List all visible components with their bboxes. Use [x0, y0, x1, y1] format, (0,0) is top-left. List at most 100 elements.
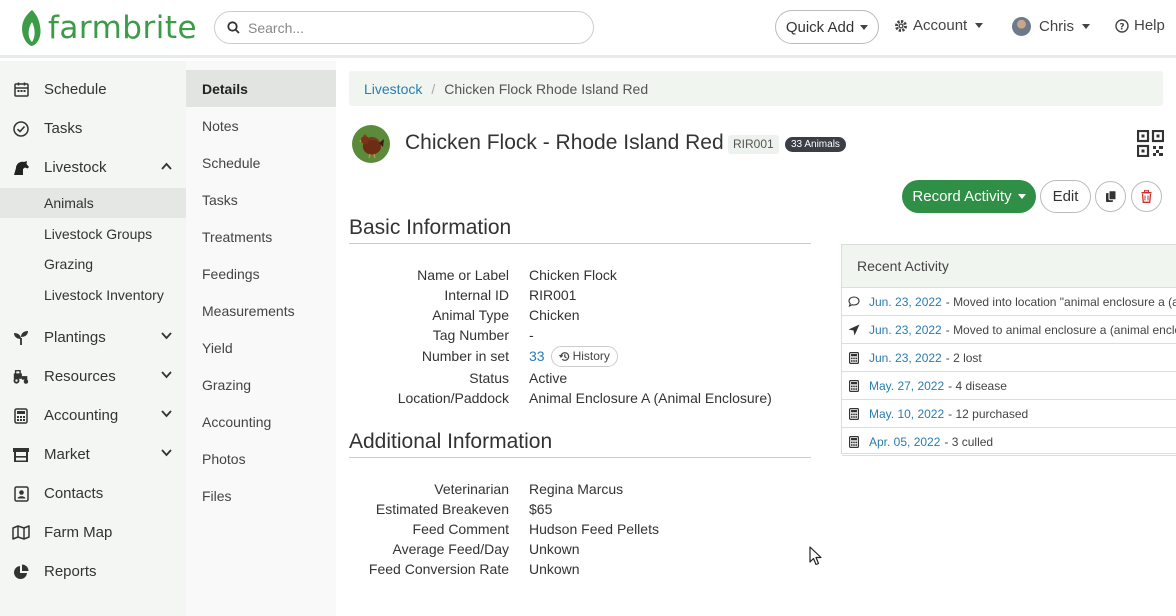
quick-add-button[interactable]: Quick Add	[775, 10, 879, 44]
sidebar-item-schedule[interactable]: Schedule	[0, 70, 186, 109]
account-label: Account	[913, 17, 968, 34]
location-link[interactable]: Animal Enclosure A (Animal Enclosure)	[529, 388, 772, 408]
user-menu[interactable]: Chris	[1012, 17, 1091, 36]
chevron-down-icon	[161, 332, 172, 340]
average-feed-link[interactable]: Unkown	[529, 539, 580, 559]
sidebar-item-contacts[interactable]: Contacts	[0, 474, 186, 513]
search-box[interactable]	[214, 11, 594, 44]
chevron-down-icon	[161, 371, 172, 379]
activity-text: - Moved to animal enclosure a (animal en…	[945, 322, 1176, 337]
sidebar-item-label: Contacts	[44, 485, 104, 502]
sidebar-item-reports[interactable]: Reports	[0, 552, 186, 591]
sidebar-item-farm-map[interactable]: Farm Map	[0, 513, 186, 552]
caret-down-icon	[1082, 24, 1091, 29]
activity-row: Jun. 23, 2022 - Moved to animal enclosur…	[842, 316, 1176, 344]
veterinarian-link[interactable]: Regina Marcus	[529, 479, 623, 499]
breadcrumb-current: Chicken Flock Rhode Island Red	[444, 80, 649, 97]
field-label: Average Feed/Day	[392, 541, 509, 557]
tab-feedings[interactable]: Feedings	[186, 255, 336, 292]
feed-conversion-link[interactable]: Unkown	[529, 559, 580, 579]
field-label: Status	[469, 370, 509, 386]
sidebar-subitem-livestock-inventory[interactable]: Livestock Inventory	[0, 280, 186, 310]
field-value: Chicken Flock	[529, 267, 617, 283]
trash-icon	[1141, 190, 1152, 203]
status-link[interactable]: Active	[529, 368, 567, 388]
sidebar-item-label: Tasks	[44, 120, 83, 137]
help-link[interactable]: ? Help	[1115, 17, 1165, 34]
mouse-cursor-icon	[809, 546, 822, 566]
edit-button[interactable]: Edit	[1040, 180, 1091, 213]
number-in-set-link[interactable]: 33	[529, 346, 545, 366]
tab-accounting[interactable]: Accounting	[186, 403, 336, 440]
tractor-icon	[12, 368, 30, 386]
calculator-icon	[12, 407, 30, 425]
activity-date-link[interactable]: Jun. 23, 2022	[869, 351, 942, 365]
activity-date-link[interactable]: Apr. 05, 2022	[869, 435, 940, 449]
contact-card-icon	[12, 485, 30, 503]
tab-files[interactable]: Files	[186, 477, 336, 514]
basic-information-heading: Basic Information	[349, 216, 811, 244]
activity-date-link[interactable]: May. 10, 2022	[869, 407, 944, 421]
sidebar-subitem-animals[interactable]: Animals	[0, 188, 186, 218]
sidebar-item-plantings[interactable]: Plantings	[0, 318, 186, 357]
sidebar-item-market[interactable]: Market	[0, 435, 186, 474]
brand-name: farmbrite	[48, 10, 198, 46]
tab-label: Tasks	[202, 191, 238, 208]
tab-details[interactable]: Details	[186, 70, 336, 107]
tab-tasks[interactable]: Tasks	[186, 181, 336, 218]
field-veterinarian: Veterinarian Regina Marcus	[349, 479, 819, 499]
breadcrumb: Livestock / Chicken Flock Rhode Island R…	[349, 71, 1163, 106]
delete-button[interactable]	[1131, 181, 1162, 212]
sidebar-item-label: Livestock	[44, 159, 107, 176]
tab-yield[interactable]: Yield	[186, 329, 336, 366]
sidebar-item-tasks[interactable]: Tasks	[0, 109, 186, 148]
field-value: RIR001	[529, 287, 577, 303]
help-label: Help	[1134, 17, 1165, 34]
duplicate-button[interactable]	[1095, 181, 1126, 212]
tab-photos[interactable]: Photos	[186, 440, 336, 477]
sidebar-item-livestock[interactable]: Livestock	[0, 148, 186, 187]
breadcrumb-separator: /	[431, 80, 436, 97]
tab-schedule[interactable]: Schedule	[186, 144, 336, 181]
activity-row: May. 10, 2022 - 12 purchased	[842, 400, 1176, 428]
account-menu[interactable]: Account	[894, 17, 984, 34]
activity-date-link[interactable]: Jun. 23, 2022	[869, 323, 942, 337]
recent-activity-heading: Recent Activity	[842, 245, 1176, 288]
history-button[interactable]: History	[550, 345, 618, 367]
page-title: Chicken Flock - Rhode Island Red	[405, 131, 724, 154]
location-arrow-icon	[848, 324, 860, 336]
additional-information-heading: Additional Information	[349, 430, 811, 458]
animal-type-link[interactable]: Chicken	[529, 305, 580, 325]
activity-date-link[interactable]: Jun. 23, 2022	[869, 295, 942, 309]
store-icon	[12, 446, 30, 464]
tab-grazing[interactable]: Grazing	[186, 366, 336, 403]
history-label: History	[572, 349, 610, 363]
tab-label: Schedule	[202, 154, 261, 171]
sidebar-item-label: Reports	[44, 563, 97, 580]
sidebar-subitem-label: Livestock Inventory	[44, 287, 164, 303]
sidebar-item-accounting[interactable]: Accounting	[0, 396, 186, 435]
breadcrumb-link-livestock[interactable]: Livestock	[364, 81, 422, 97]
sidebar-subitem-livestock-groups[interactable]: Livestock Groups	[0, 219, 186, 249]
field-average-feed-day: Average Feed/Day Unkown	[349, 539, 819, 559]
sidebar-item-label: Market	[44, 446, 90, 463]
farmbrite-logo[interactable]: farmbrite	[18, 6, 197, 50]
search-icon	[227, 21, 240, 34]
sidebar-item-label: Farm Map	[44, 524, 113, 541]
sidebar-item-resources[interactable]: Resources	[0, 357, 186, 396]
tab-notes[interactable]: Notes	[186, 107, 336, 144]
activity-date-link[interactable]: May. 27, 2022	[869, 379, 944, 393]
field-estimated-breakeven: Estimated Breakeven $65	[349, 499, 819, 519]
record-activity-button[interactable]: Record Activity	[902, 180, 1036, 213]
tab-treatments[interactable]: Treatments	[186, 218, 336, 255]
sidebar-subitem-grazing[interactable]: Grazing	[0, 249, 186, 279]
animal-photo[interactable]	[352, 125, 390, 163]
leaf-logo-icon	[22, 10, 41, 46]
qr-code-icon[interactable]	[1137, 130, 1164, 157]
chevron-up-icon	[161, 162, 172, 170]
field-number-in-set: Number in set 33 History	[349, 345, 819, 367]
tab-measurements[interactable]: Measurements	[186, 292, 336, 329]
search-input[interactable]	[248, 19, 578, 36]
activity-row: Jun. 23, 2022 - 2 lost	[842, 344, 1176, 372]
caret-down-icon	[975, 23, 984, 28]
